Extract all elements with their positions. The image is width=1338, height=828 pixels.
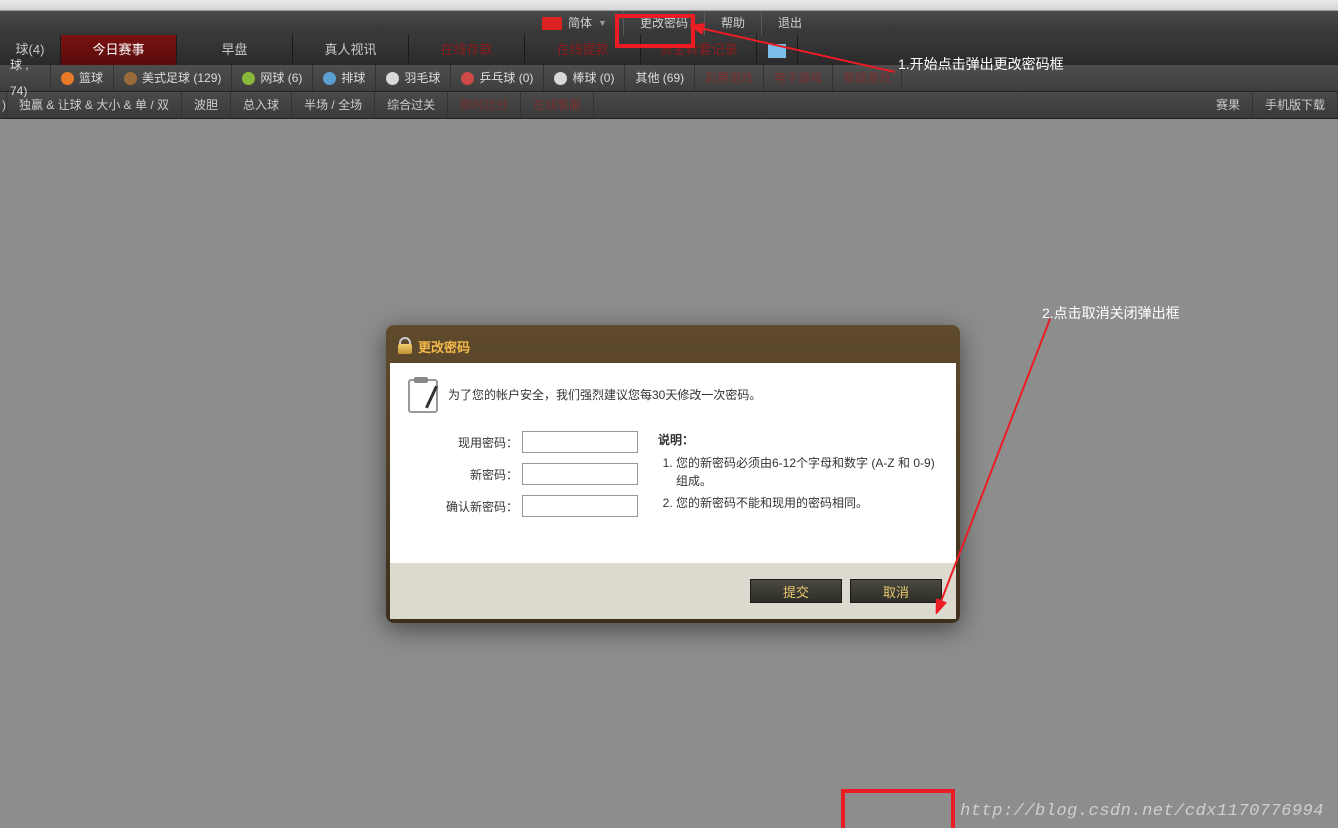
tab-today[interactable]: 今日赛事	[61, 35, 177, 65]
dialog-title-bar: 更改密码	[390, 329, 956, 363]
sport-other[interactable]: 其他 (69)	[625, 65, 695, 91]
filter-mobile[interactable]: 手机版下载	[1253, 92, 1338, 118]
desc-item-2: 您的新密码不能和现用的密码相同。	[676, 494, 938, 512]
tab-early[interactable]: 早盘	[177, 35, 293, 65]
logout-link[interactable]: 退出	[762, 11, 818, 35]
filter-parlay[interactable]: 综合过关	[375, 92, 448, 118]
filter-goals[interactable]: 总入球	[231, 92, 292, 118]
tab-monitor[interactable]	[757, 35, 798, 65]
change-password-link[interactable]: 更改密码	[624, 11, 705, 35]
label: 羽毛球	[404, 65, 440, 91]
sport-tennis[interactable]: 网球 (6)	[232, 65, 313, 91]
filter-score[interactable]: 波胆	[182, 92, 231, 118]
row-confirm-pw: 确认新密码：	[408, 495, 638, 517]
top-nav: 简体 ▼ 更改密码 帮助 退出	[0, 11, 1338, 35]
sport-pingpong[interactable]: 乒乓球 (0)	[451, 65, 544, 91]
baseball-icon	[554, 72, 567, 85]
sport-egame[interactable]: 电子游戏	[764, 65, 833, 91]
tab-withdraw[interactable]: 在线提款	[525, 35, 641, 65]
tab-live[interactable]: 真人视讯	[293, 35, 409, 65]
dialog-body: 为了您的帐户安全，我们强烈建议您每30天修改一次密码。 现用密码： 新密码： 确…	[390, 363, 956, 563]
intro-row: 为了您的帐户安全，我们强烈建议您每30天修改一次密码。	[408, 377, 938, 411]
dialog-title: 更改密码	[418, 337, 470, 356]
confirm-password-input[interactable]	[522, 495, 638, 517]
form-fields: 现用密码： 新密码： 确认新密码：	[408, 431, 638, 527]
filter-results[interactable]: 赛果	[1204, 92, 1253, 118]
main-tabs: 球(4) 今日赛事 早盘 真人视讯 在线存款 在线提款 资金转套记录	[0, 35, 1338, 65]
label: 篮球	[79, 65, 103, 91]
annotation-text-1: 1.开始点击弹出更改密码框	[898, 54, 1064, 74]
annotation-text-2: 2.点击取消关闭弹出框	[1042, 303, 1180, 323]
label: 排球	[341, 65, 365, 91]
sport-baseball[interactable]: 棒球 (0)	[544, 65, 625, 91]
sport-soccer[interactable]: 球 , 74)	[0, 65, 51, 91]
filter-support[interactable]: 在线客服	[521, 92, 594, 118]
tennis-icon	[242, 72, 255, 85]
filter-halffull[interactable]: 半场 / 全场	[292, 92, 375, 118]
badminton-icon	[386, 72, 399, 85]
language-selector[interactable]: 简体 ▼	[526, 11, 624, 35]
tab-deposit[interactable]: 在线存款	[409, 35, 525, 65]
filter-bar: ) 独赢 & 让球 & 大小 & 单 / 双 波胆 总入球 半场 / 全场 综合…	[0, 92, 1338, 119]
filter-handicap[interactable]: 独赢 & 让球 & 大小 & 单 / 双	[7, 92, 182, 118]
pingpong-icon	[461, 72, 474, 85]
sport-new[interactable]: 新版游戏	[833, 65, 902, 91]
cancel-button[interactable]: 取消	[850, 579, 942, 603]
monitor-icon	[767, 43, 787, 59]
lock-icon	[398, 338, 412, 354]
filter-0[interactable]: )	[0, 92, 7, 118]
amfootball-icon	[124, 72, 137, 85]
sports-bar: 球 , 74) 篮球 美式足球 (129) 网球 (6) 排球 羽毛球 乒乓球 …	[0, 65, 1338, 92]
label: 网球 (6)	[260, 65, 302, 91]
language-label: 简体	[568, 11, 592, 35]
label: 美式足球 (129)	[142, 65, 221, 91]
row-new-pw: 新密码：	[408, 463, 638, 485]
submit-button[interactable]: 提交	[750, 579, 842, 603]
row-current-pw: 现用密码：	[408, 431, 638, 453]
change-password-dialog: 更改密码 为了您的帐户安全，我们强烈建议您每30天修改一次密码。 现用密码： 新…	[386, 325, 960, 623]
new-password-input[interactable]	[522, 463, 638, 485]
sport-lottery[interactable]: 彩票游戏	[695, 65, 764, 91]
label: 棒球 (0)	[572, 65, 614, 91]
annotation-highlight-cancel	[841, 789, 955, 828]
chevron-down-icon: ▼	[598, 11, 607, 35]
sport-badminton[interactable]: 羽毛球	[376, 65, 451, 91]
watermark: http://blog.csdn.net/cdx1170776994	[960, 802, 1324, 821]
current-password-input[interactable]	[522, 431, 638, 453]
desc-title: 说明：	[658, 431, 938, 448]
intro-text: 为了您的帐户安全，我们强烈建议您每30天修改一次密码。	[448, 386, 761, 403]
dialog-footer: 提交 取消	[390, 563, 956, 619]
desc-item-1: 您的新密码必须由6-12个字母和数字 (A-Z 和 0-9)组成。	[676, 454, 938, 490]
label: 乒乓球 (0)	[479, 65, 533, 91]
form-area: 现用密码： 新密码： 确认新密码： 说明： 您的新密码必须由6	[408, 431, 938, 527]
volleyball-icon	[323, 72, 336, 85]
filter-livescore[interactable]: 即时比分	[448, 92, 521, 118]
tab-transfer[interactable]: 资金转套记录	[641, 35, 757, 65]
window-chrome-strip	[0, 0, 1338, 11]
basketball-icon	[61, 72, 74, 85]
clipboard-icon	[408, 377, 438, 411]
flag-icon	[542, 17, 562, 30]
description: 说明： 您的新密码必须由6-12个字母和数字 (A-Z 和 0-9)组成。 您的…	[658, 431, 938, 527]
sport-amfootball[interactable]: 美式足球 (129)	[114, 65, 232, 91]
sport-volleyball[interactable]: 排球	[313, 65, 376, 91]
label-new-pw: 新密码：	[470, 466, 518, 483]
content-area: 更改密码 为了您的帐户安全，我们强烈建议您每30天修改一次密码。 现用密码： 新…	[0, 119, 1338, 828]
label-confirm-pw: 确认新密码：	[446, 498, 518, 515]
label-current-pw: 现用密码：	[458, 434, 518, 451]
help-link[interactable]: 帮助	[705, 11, 762, 35]
sport-basketball[interactable]: 篮球	[51, 65, 114, 91]
